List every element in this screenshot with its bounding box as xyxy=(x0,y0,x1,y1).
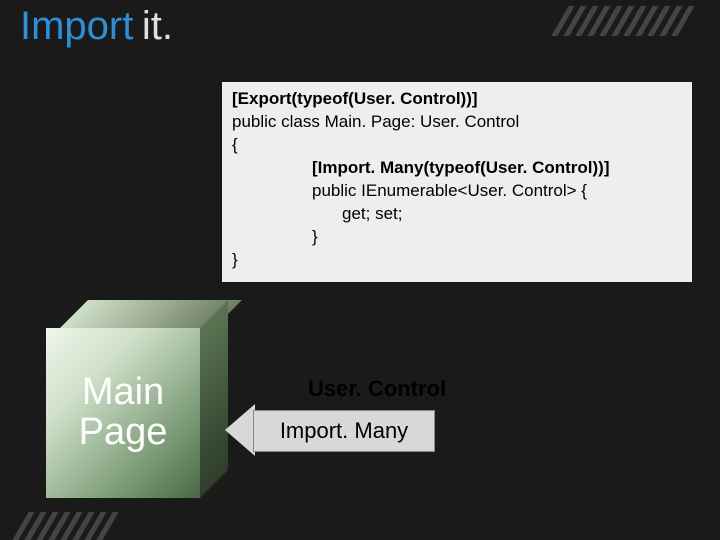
arrow-body: Import. Many xyxy=(253,410,435,452)
code-line: public IEnumerable<User. Control> { xyxy=(232,180,682,203)
code-line: public class Main. Page: User. Control xyxy=(232,111,682,134)
arrow-head-icon xyxy=(225,404,255,456)
decor-bottom-stripes xyxy=(20,512,130,534)
code-line: [Import. Many(typeof(User. Control))] xyxy=(232,157,682,180)
arrow-label: Import. Many xyxy=(280,418,408,444)
slide-title: Import it. xyxy=(20,4,173,49)
label-user-control: User. Control xyxy=(308,376,446,402)
code-line: [Export(typeof(User. Control))] xyxy=(232,88,682,111)
cube-label-line1: Main xyxy=(82,373,164,413)
code-line: { xyxy=(232,134,682,157)
code-block: [Export(typeof(User. Control))] public c… xyxy=(222,82,692,282)
title-word-it: it. xyxy=(142,4,173,48)
code-line: get; set; xyxy=(232,203,682,226)
code-line: } xyxy=(232,226,682,249)
cube-main-page: Main Page xyxy=(46,300,228,510)
title-word-import: Import xyxy=(20,4,133,48)
code-line: } xyxy=(232,249,682,272)
cube-side-face xyxy=(200,300,228,498)
cube-front-face: Main Page xyxy=(46,328,200,498)
cube-label-line2: Page xyxy=(79,413,168,453)
decor-top-stripes xyxy=(560,6,700,28)
arrow-import-many: Import. Many xyxy=(225,410,445,450)
